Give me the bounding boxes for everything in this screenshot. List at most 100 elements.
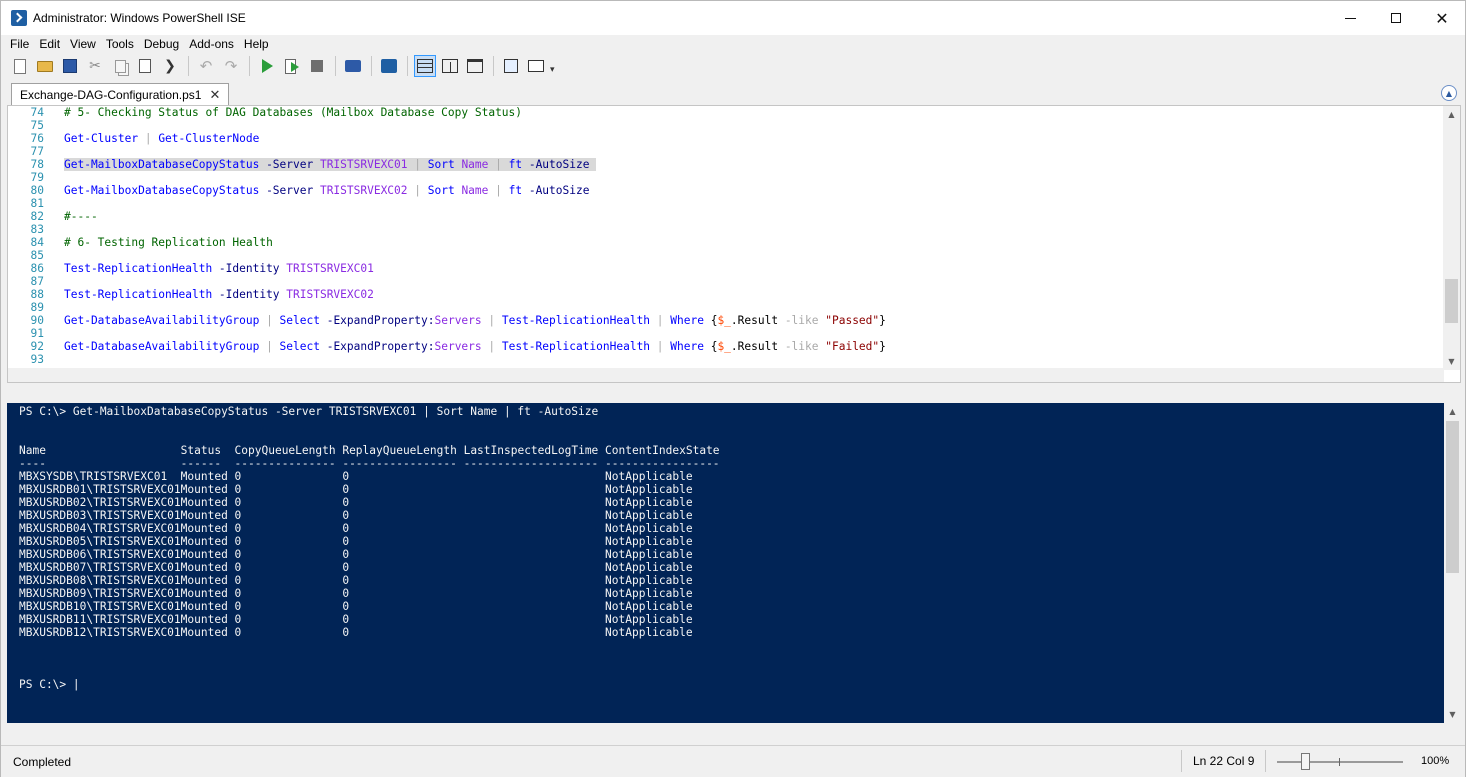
- tab-exchange-dag-configuration[interactable]: Exchange-DAG-Configuration.ps1 ✕: [11, 83, 230, 106]
- console-cell: MBXUSRDB04\TRISTSRVEXC01: [19, 522, 181, 535]
- script-pane-maximized-button[interactable]: [464, 55, 486, 77]
- console-cell: Mounted: [180, 509, 235, 522]
- run-selection-icon: [285, 59, 299, 74]
- collapse-script-pane-button[interactable]: ▲: [1441, 85, 1457, 101]
- minimize-button[interactable]: [1327, 1, 1373, 35]
- code-line[interactable]: 78 Get-MailboxDatabaseCopyStatus -Server …: [8, 158, 1444, 171]
- menu-addons[interactable]: Add-ons: [184, 37, 239, 51]
- code-line[interactable]: 74 # 5- Checking Status of DAG Databases …: [8, 106, 1444, 119]
- script-pane-right-button[interactable]: [439, 55, 461, 77]
- editor-vertical-scrollbar[interactable]: ▲ ▼: [1443, 106, 1460, 370]
- copy-button[interactable]: [109, 55, 131, 77]
- command-window-button[interactable]: [500, 55, 522, 77]
- code-line[interactable]: 90 Get-DatabaseAvailabilityGroup | Select…: [8, 314, 1444, 327]
- run-script-icon: [261, 59, 273, 73]
- code-line[interactable]: 82 #----: [8, 210, 1444, 223]
- editor-horizontal-scrollbar[interactable]: [8, 368, 1444, 382]
- clear-console-button[interactable]: ❯: [159, 55, 181, 77]
- console-cell: 0: [342, 561, 464, 574]
- console-cell: MBXUSRDB09\TRISTSRVEXC01: [19, 587, 181, 600]
- code-line[interactable]: 91: [8, 327, 1444, 340]
- line-number: 82: [30, 210, 44, 223]
- scroll-up-icon[interactable]: ▲: [1444, 403, 1461, 420]
- code-line[interactable]: 92 Get-DatabaseAvailabilityGroup | Select…: [8, 340, 1444, 353]
- script-pane-top-icon: [417, 59, 433, 73]
- stop-button[interactable]: [306, 55, 328, 77]
- toolbar-overflow-icon[interactable]: ▾: [550, 65, 555, 75]
- save-button[interactable]: [59, 55, 81, 77]
- console-cell: Mounted: [180, 574, 235, 587]
- menu-tools[interactable]: Tools: [101, 37, 139, 51]
- maximize-button[interactable]: [1373, 1, 1419, 35]
- scroll-down-icon[interactable]: ▼: [1443, 353, 1460, 370]
- cut-icon: ✂: [89, 58, 101, 74]
- console-blank: [19, 652, 720, 665]
- menu-view[interactable]: View: [65, 37, 101, 51]
- code-token: TRISTSRVEXC02: [286, 288, 374, 301]
- zoom-slider-track[interactable]: [1277, 761, 1403, 763]
- code-line[interactable]: 76 Get-Cluster | Get-ClusterNode: [8, 132, 1444, 145]
- console-cell: 0: [234, 483, 343, 496]
- menu-file[interactable]: File: [5, 37, 34, 51]
- console-cell: Name: [19, 444, 181, 457]
- code-line[interactable]: 93: [8, 353, 1444, 366]
- scroll-up-icon[interactable]: ▲: [1443, 106, 1460, 123]
- addon-tool-button[interactable]: [525, 55, 547, 77]
- code-line[interactable]: 84 # 6- Testing Replication Health: [8, 236, 1444, 249]
- redo-button[interactable]: ↷: [220, 55, 242, 77]
- code-line[interactable]: 87: [8, 275, 1444, 288]
- scroll-down-icon[interactable]: ▼: [1444, 706, 1461, 723]
- code-line[interactable]: 86 Test-ReplicationHealth -Identity TRIST…: [8, 262, 1444, 275]
- script-editor[interactable]: 74 # 5- Checking Status of DAG Databases …: [7, 105, 1461, 383]
- cut-button[interactable]: ✂: [84, 55, 106, 77]
- menu-help[interactable]: Help: [239, 37, 274, 51]
- console-vertical-scrollbar[interactable]: ▲ ▼: [1444, 403, 1461, 723]
- code-line[interactable]: 77: [8, 145, 1444, 158]
- code-token: |: [259, 314, 280, 327]
- close-button[interactable]: ✕: [1419, 1, 1465, 35]
- console-cell: ------: [180, 457, 235, 470]
- undo-button[interactable]: ↶: [195, 55, 217, 77]
- code-token: Test-ReplicationHealth: [501, 314, 651, 327]
- line-number: 87: [30, 275, 44, 288]
- code-line[interactable]: 83: [8, 223, 1444, 236]
- script-pane-top-button[interactable]: [414, 55, 436, 77]
- code-token: Where: [670, 340, 704, 353]
- open-button[interactable]: [34, 55, 56, 77]
- code-line[interactable]: 79: [8, 171, 1444, 184]
- code-line[interactable]: 85: [8, 249, 1444, 262]
- menu-debug[interactable]: Debug: [139, 37, 184, 51]
- code-token: # 5- Checking Status of DAG Databases (M…: [64, 106, 523, 119]
- title-bar: Administrator: Windows PowerShell ISE ✕: [1, 1, 1465, 35]
- paste-icon: [139, 59, 151, 73]
- scroll-thumb[interactable]: [1445, 279, 1458, 323]
- zoom-slider-thumb[interactable]: [1301, 753, 1310, 770]
- run-script-button[interactable]: [256, 55, 278, 77]
- code-line[interactable]: 88 Test-ReplicationHealth -Identity TRIST…: [8, 288, 1444, 301]
- console-cell: 0: [342, 470, 464, 483]
- remote-powershell-button[interactable]: [342, 55, 364, 77]
- console-pane[interactable]: PS C:\> Get-MailboxDatabaseCopyStatus -S…: [7, 403, 1461, 723]
- run-selection-button[interactable]: [281, 55, 303, 77]
- code-line[interactable]: 81: [8, 197, 1444, 210]
- console-cell: Mounted: [180, 613, 235, 626]
- console-cell: 0: [342, 548, 464, 561]
- menu-edit[interactable]: Edit: [34, 37, 65, 51]
- code-token: }: [879, 314, 886, 327]
- console-cell: MBXUSRDB07\TRISTSRVEXC01: [19, 561, 181, 574]
- close-icon: ✕: [1435, 8, 1449, 28]
- zoom-slider-tick: [1339, 758, 1340, 766]
- code-token: -ExpandProperty:: [319, 314, 435, 327]
- scroll-thumb[interactable]: [1446, 421, 1459, 573]
- code-line[interactable]: 75: [8, 119, 1444, 132]
- line-number: 74: [30, 106, 44, 119]
- code-token: Get-MailboxDatabaseCopyStatus: [64, 158, 260, 171]
- code-line[interactable]: 80 Get-MailboxDatabaseCopyStatus -Server …: [8, 184, 1444, 197]
- console-cell: CopyQueueLength: [234, 444, 343, 457]
- start-powershell-button[interactable]: [378, 55, 400, 77]
- paste-button[interactable]: [134, 55, 156, 77]
- tab-close-icon[interactable]: ✕: [209, 87, 220, 103]
- code-line[interactable]: 89: [8, 301, 1444, 314]
- new-script-button[interactable]: [9, 55, 31, 77]
- toolbar-separator: [493, 56, 494, 76]
